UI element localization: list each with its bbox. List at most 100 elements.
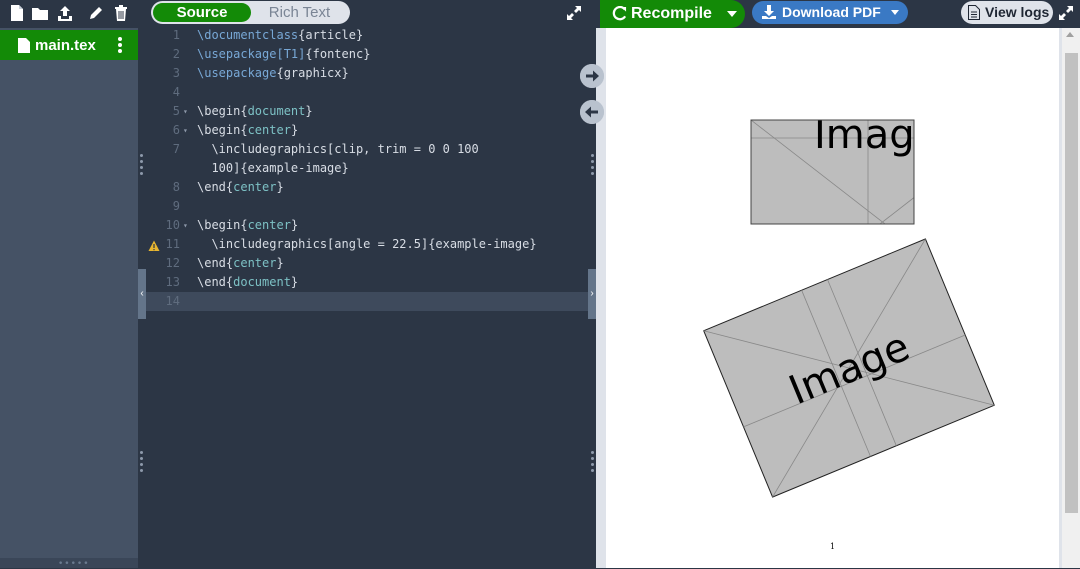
recompile-options-caret-icon[interactable] — [727, 11, 737, 17]
code-text: \end{center} — [197, 178, 284, 197]
code-area[interactable]: 1 \documentclass{article} 2 \usepackage[T1]… — [146, 26, 590, 568]
pdf-scrollbar-thumb[interactable] — [1065, 53, 1078, 513]
code-token: document — [247, 104, 306, 118]
code-token: \end{ — [197, 180, 234, 194]
code-token: \usepackage — [197, 66, 277, 80]
right-splitter-grip-bottom[interactable] — [591, 451, 595, 475]
code-token: \end{ — [197, 275, 234, 289]
recompile-label: Recompile — [631, 5, 712, 22]
new-file-icon[interactable] — [8, 4, 26, 22]
code-token: \includegraphics[angle = 22.5]{example-i… — [197, 237, 537, 251]
code-line[interactable]: 7 \includegraphics[clip, trim = 0 0 100 — [146, 140, 590, 159]
file-item-main-tex[interactable]: main.tex — [0, 30, 138, 60]
right-splitter-grip-top[interactable] — [591, 154, 595, 178]
download-options-caret-icon[interactable] — [891, 10, 899, 15]
code-token: {article} — [298, 28, 364, 42]
upload-icon[interactable] — [56, 4, 74, 22]
line-number: 5 — [172, 104, 180, 118]
code-token: center — [233, 180, 277, 194]
scroll-up-arrow-icon[interactable] — [1066, 32, 1074, 37]
code-text: \includegraphics[angle = 22.5]{example-i… — [197, 235, 537, 254]
code-text: \end{center} — [197, 254, 284, 273]
code-token: } — [290, 123, 299, 137]
code-token: 100]{example-image} — [197, 161, 349, 175]
collapse-pdf-button[interactable]: › — [588, 269, 596, 319]
line-number: 8 — [172, 180, 180, 194]
line-number: 3 — [172, 66, 180, 80]
line-number: 12 — [165, 256, 180, 270]
pdf-page: Image Image — [606, 28, 1059, 568]
line-number: 14 — [165, 294, 180, 308]
view-logs-button[interactable]: View logs — [961, 1, 1053, 24]
code-token: \end{ — [197, 256, 234, 270]
page-number: 1 — [830, 542, 836, 551]
pdf-page-content: Image Image — [703, 119, 995, 498]
code-token: center — [233, 256, 277, 270]
new-folder-icon[interactable] — [31, 4, 49, 22]
collapse-file-tree-button[interactable]: ‹ — [138, 269, 146, 319]
code-line[interactable]: 5 ▾ \begin{document} — [146, 102, 590, 121]
code-line[interactable]: 6 ▾ \begin{center} — [146, 121, 590, 140]
line-number: 13 — [165, 275, 180, 289]
line-number: 1 — [172, 28, 180, 42]
file-tree-toolbar — [0, 0, 138, 28]
code-line[interactable]: 11 \includegraphics[angle = 22.5]{exampl… — [146, 235, 590, 254]
line-number: 4 — [172, 85, 180, 99]
expand-editor-icon[interactable] — [566, 5, 582, 21]
sync-to-pdf-button[interactable] — [580, 64, 604, 88]
sync-to-code-button[interactable] — [580, 100, 604, 124]
code-line[interactable]: 3 \usepackage{graphicx} — [146, 64, 590, 83]
code-token: \begin{ — [197, 104, 248, 118]
code-token: } — [305, 104, 313, 118]
left-splitter-grip-top[interactable] — [140, 154, 144, 178]
download-pdf-label: Download PDF — [782, 4, 881, 20]
code-token: {fontenc} — [305, 47, 371, 61]
code-token: [T1] — [276, 47, 306, 61]
code-token: center — [247, 218, 291, 232]
file-tree-resize-handle[interactable]: ••••• — [0, 558, 138, 569]
rename-icon[interactable] — [87, 4, 105, 22]
code-line[interactable]: 4 — [146, 83, 590, 102]
code-line[interactable]: 10 ▾ \begin{center} — [146, 216, 590, 235]
download-icon — [762, 5, 776, 19]
code-line[interactable]: 1 \documentclass{article} — [146, 26, 590, 45]
code-token: } — [290, 275, 299, 289]
line-number: 2 — [172, 47, 180, 61]
code-token: document — [233, 275, 291, 289]
rotated-example-image: Image — [703, 238, 995, 498]
code-line[interactable]: 100]{example-image} — [146, 159, 590, 178]
fold-toggle-icon[interactable]: ▾ — [183, 102, 188, 121]
line-number: 7 — [172, 142, 180, 156]
tab-source[interactable]: Source — [153, 3, 251, 22]
code-line[interactable]: 8 \end{center} — [146, 178, 590, 197]
file-name: main.tex — [35, 37, 96, 54]
code-line[interactable]: 14 — [146, 292, 590, 311]
kebab-menu-icon[interactable] — [116, 36, 124, 54]
expand-pdf-icon[interactable] — [1058, 5, 1074, 21]
line-number: 6 — [172, 123, 180, 137]
left-splitter-grip-bottom[interactable] — [140, 451, 144, 475]
tab-rich-text[interactable]: Rich Text — [251, 3, 348, 22]
code-text: 100]{example-image} — [197, 159, 349, 178]
code-text: \end{document} — [197, 273, 298, 292]
code-text: \usepackage[T1]{fontenc} — [197, 45, 370, 64]
code-token: } — [290, 218, 299, 232]
fold-toggle-icon[interactable]: ▾ — [183, 121, 188, 140]
download-pdf-button[interactable]: Download PDF — [752, 1, 908, 24]
fold-toggle-icon[interactable]: ▾ — [183, 216, 188, 235]
code-token: \usepackage — [197, 47, 277, 61]
delete-icon[interactable] — [112, 4, 130, 22]
code-token: } — [276, 256, 284, 270]
code-text: \begin{center} — [197, 121, 298, 140]
code-token: \begin{ — [197, 218, 248, 232]
code-line[interactable]: 2 \usepackage[T1]{fontenc} — [146, 45, 590, 64]
recompile-button[interactable]: Recompile — [600, 0, 745, 28]
code-token: } — [276, 180, 284, 194]
code-line[interactable]: 13 \end{document} — [146, 273, 590, 292]
code-line[interactable]: 12 \end{center} — [146, 254, 590, 273]
line-number: 10 — [165, 218, 180, 232]
code-text: \begin{document} — [197, 102, 313, 121]
file-icon — [18, 38, 30, 53]
warning-icon[interactable] — [148, 239, 160, 251]
code-line[interactable]: 9 — [146, 197, 590, 216]
